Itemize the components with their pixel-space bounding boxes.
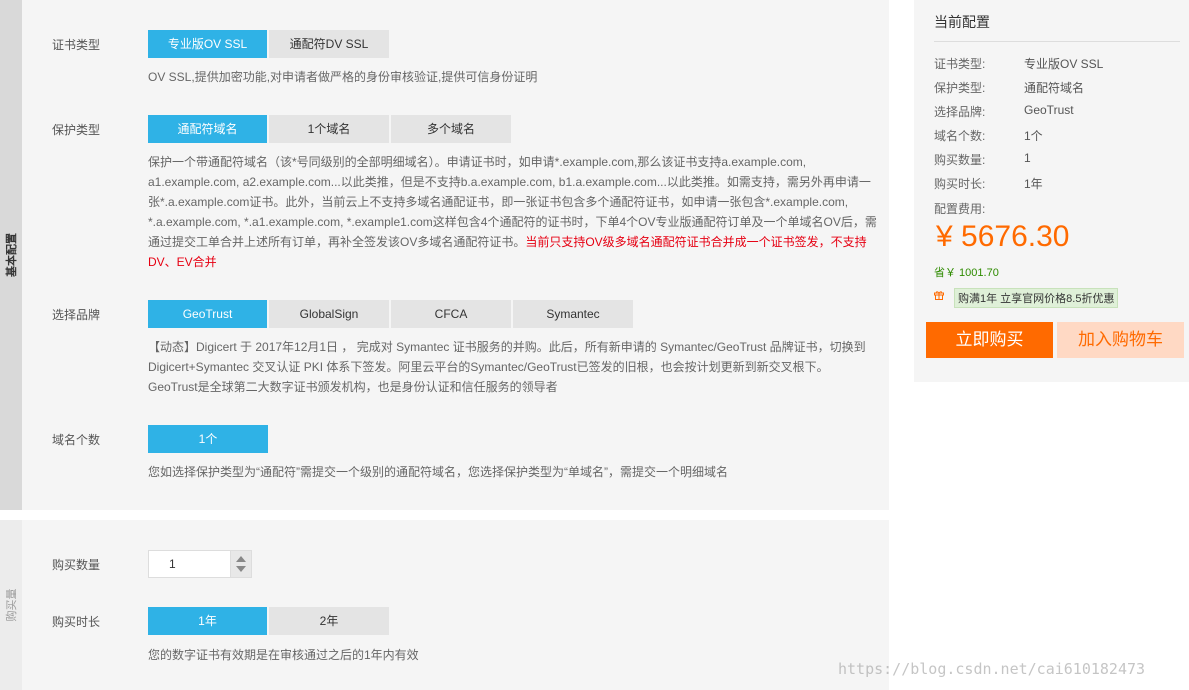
protect-type-option-wildcard[interactable]: 通配符域名 xyxy=(148,115,267,143)
cert-type-option-dv[interactable]: 通配符DV SSL xyxy=(269,30,389,58)
domain-count-options: 1个 xyxy=(148,425,270,453)
section-tab-basic: 基本配置 xyxy=(0,0,22,510)
summary-divider xyxy=(934,41,1180,42)
brand-options: GeoTrust GlobalSign CFCA Symantec xyxy=(148,300,635,328)
protect-type-option-single[interactable]: 1个域名 xyxy=(269,115,389,143)
summary-row-protect-type: 保护类型: 通配符域名 xyxy=(934,79,1084,96)
chevron-down-icon[interactable] xyxy=(236,566,246,572)
quantity-spinner[interactable] xyxy=(230,551,251,577)
quantity-input[interactable] xyxy=(149,551,231,577)
cert-type-label: 证书类型 xyxy=(52,38,101,52)
summary-title: 当前配置 xyxy=(934,14,990,30)
protect-type-options: 通配符域名 1个域名 多个域名 xyxy=(148,115,513,143)
brand-label: 选择品牌 xyxy=(52,308,101,322)
summary-key: 域名个数: xyxy=(934,129,986,143)
quantity-label: 购买数量 xyxy=(52,558,101,572)
summary-value: 1 xyxy=(1024,151,1031,165)
duration-desc: 您的数字证书有效期是在审核通过之后的1年内有效 xyxy=(148,648,419,662)
summary-value: 1年 xyxy=(1024,177,1043,191)
summary-key: 保护类型: xyxy=(934,81,986,95)
price: ¥ 5676.30 xyxy=(936,220,1070,253)
summary-key: 选择品牌: xyxy=(934,105,986,119)
summary-value: 通配符域名 xyxy=(1024,81,1085,95)
protect-desc-line: 通过提交工单合并上述所有订单，再补全签发该OV多域名通配符证书。当前只支持OV级… xyxy=(148,232,880,252)
promo-tag: 购满1年 立享官网价格8.5折优惠 xyxy=(954,288,1119,308)
summary-panel: 当前配置 证书类型: 专业版OV SSL 保护类型: 通配符域名 选择品牌: GeoT… xyxy=(914,0,1189,382)
protect-type-option-multi[interactable]: 多个域名 xyxy=(391,115,511,143)
brand-desc-line: GeoTrust是全球第二大数字证书颁发机构，也是身份认证和信任服务的领导者 xyxy=(148,380,558,394)
protect-desc-line: a1.example.com, a2.example.com...以此类推，但是… xyxy=(148,175,871,189)
gift-icon xyxy=(934,291,944,300)
protect-desc-line: 保护一个带通配符域名（该*号同级别的全部明细域名）。申请证书时，如申请*.exa… xyxy=(148,155,807,169)
protect-desc-text: 通过提交工单合并上述所有订单，再补全签发该OV多域名通配符证书。 xyxy=(148,235,526,249)
chevron-up-icon[interactable] xyxy=(236,556,246,562)
domain-count-label: 域名个数 xyxy=(52,433,101,447)
summary-value: GeoTrust xyxy=(1024,103,1074,117)
brand-desc-line: Digicert+Symantec 交叉认证 PKI 体系下签发。阿里云平台的S… xyxy=(148,360,829,374)
add-to-cart-button[interactable]: 加入购物车 xyxy=(1057,322,1184,358)
protect-desc-line: 张*.a.example.com证书。此外，当前云上不支持多域名通配证书，即一张… xyxy=(148,195,849,209)
cert-type-desc: OV SSL,提供加密功能,对申请者做严格的身份审核验证,提供可信身份证明 xyxy=(148,70,538,84)
protect-type-label: 保护类型 xyxy=(52,123,101,137)
saving-amount: 省￥ 1001.70 xyxy=(934,267,999,279)
summary-row-brand: 选择品牌: GeoTrust xyxy=(934,103,1074,120)
quantity-stepper xyxy=(148,550,252,578)
brand-option-globalsign[interactable]: GlobalSign xyxy=(269,300,389,328)
fee-label: 配置费用: xyxy=(934,202,986,216)
brand-desc: 【动态】Digicert 于 2017年12月1日 ， 完成对 Symantec… xyxy=(148,337,880,397)
duration-options: 1年 2年 xyxy=(148,607,391,635)
duration-option-2y[interactable]: 2年 xyxy=(269,607,389,635)
summary-value: 1个 xyxy=(1024,129,1043,143)
protect-desc-line: *.a.example.com, *.a1.example.com, *.exa… xyxy=(148,215,877,229)
brand-option-geotrust[interactable]: GeoTrust xyxy=(148,300,267,328)
brand-desc-line: 【动态】Digicert 于 2017年12月1日 ， 完成对 Symantec… xyxy=(148,340,866,354)
summary-row-domain-count: 域名个数: 1个 xyxy=(934,127,1043,144)
brand-option-symantec[interactable]: Symantec xyxy=(513,300,633,328)
summary-key: 购买时长: xyxy=(934,177,986,191)
duration-option-1y[interactable]: 1年 xyxy=(148,607,267,635)
domain-count-option-1[interactable]: 1个 xyxy=(148,425,268,453)
summary-key: 购买数量: xyxy=(934,153,986,167)
domain-count-desc: 您如选择保护类型为“通配符”需提交一个级别的通配符域名，您选择保护类型为“单域名… xyxy=(148,465,728,479)
brand-option-cfca[interactable]: CFCA xyxy=(391,300,511,328)
cert-type-options: 专业版OV SSL 通配符DV SSL xyxy=(148,30,391,58)
duration-label: 购买时长 xyxy=(52,615,101,629)
summary-row-cert-type: 证书类型: 专业版OV SSL xyxy=(934,55,1103,72)
section-tab-label: 基本配置 xyxy=(6,233,18,277)
buy-now-button[interactable]: 立即购买 xyxy=(926,322,1053,358)
summary-value: 专业版OV SSL xyxy=(1024,57,1104,71)
summary-row-duration: 购买时长: 1年 xyxy=(934,175,1043,192)
summary-key: 证书类型: xyxy=(934,57,986,71)
protect-desc-warning: 当前只支持OV级多域名通配符证书合并成一个证书签发，不支持 xyxy=(525,235,867,249)
cert-type-option-ov[interactable]: 专业版OV SSL xyxy=(148,30,267,58)
section-tab-label: 购买量 xyxy=(6,588,18,622)
watermark: https://blog.csdn.net/cai610182473 xyxy=(838,660,1146,678)
section-tab-purchase: 购买量 xyxy=(0,520,22,690)
protect-type-desc: 保护一个带通配符域名（该*号同级别的全部明细域名）。申请证书时，如申请*.exa… xyxy=(148,152,880,272)
summary-row-quantity: 购买数量: 1 xyxy=(934,151,1031,168)
protect-desc-warning-end: DV、EV合并 xyxy=(148,255,217,269)
